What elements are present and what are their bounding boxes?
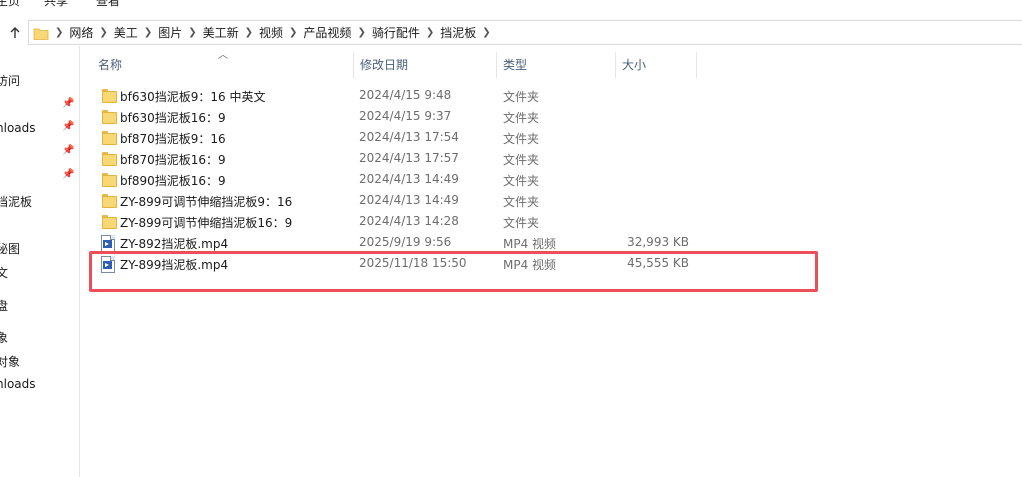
file-row[interactable]: bf870挡泥板9：16 2024/4/13 17:54 文件夹 [80, 128, 1022, 149]
file-date: 2025/9/19 9:56 [359, 235, 452, 249]
folder-icon [33, 26, 49, 40]
file-row[interactable]: bf890挡泥板16：9 2024/4/13 14:49 文件夹 [80, 170, 1022, 191]
file-row[interactable]: ZY-899可调节伸缩挡泥板16：9 2024/4/13 14:28 文件夹 [80, 212, 1022, 233]
file-type: MP4 视频 [503, 237, 557, 251]
file-date: 2024/4/13 14:49 [359, 193, 459, 207]
file-type: 文件夹 [503, 174, 540, 188]
file-row[interactable]: bf870挡泥板16：9 2024/4/13 17:57 文件夹 [80, 149, 1022, 170]
breadcrumb-mudguard[interactable]: 挡泥板 [440, 24, 476, 41]
breadcrumb-videos[interactable]: 视频 [259, 24, 283, 41]
chevron-right-icon[interactable]: ❯ [245, 27, 253, 38]
file-type: 文件夹 [503, 132, 540, 146]
file-size: 32,993 KB [627, 235, 689, 249]
file-date: 2024/4/13 14:49 [359, 172, 459, 186]
pin-icon[interactable]: 📌 [62, 169, 74, 180]
address-bar[interactable]: ❯ 网络 ❯ 美工 ❯ 图片 ❯ 美工新 ❯ 视频 ❯ 产品视频 ❯ 骑行配件 … [28, 20, 1022, 45]
pin-icon[interactable]: 📌 [62, 98, 74, 109]
up-arrow-icon[interactable] [6, 24, 24, 42]
file-row[interactable]: bf630挡泥板16：9 2024/4/15 9:37 文件夹 [80, 107, 1022, 128]
nav-item-secret[interactable]: 秘图 [0, 240, 20, 257]
column-header-date[interactable]: 修改日期 [354, 52, 497, 78]
folder-icon [102, 110, 117, 124]
breadcrumb-meigong-new[interactable]: 美工新 [203, 24, 239, 41]
nav-item-disk[interactable]: 盘 [0, 297, 8, 314]
highlight-annotation [89, 251, 818, 292]
file-name: ZY-899可调节伸缩挡泥板9：16 [120, 195, 293, 209]
folder-icon [102, 173, 117, 187]
file-name: ZY-899可调节伸缩挡泥板16：9 [120, 216, 293, 230]
file-type: 文件夹 [503, 90, 540, 104]
file-name: ZY-892挡泥板.mp4 [120, 237, 229, 251]
file-date: 2024/4/13 17:54 [359, 130, 459, 144]
column-header-type[interactable]: 类型 [497, 52, 616, 78]
chevron-right-icon[interactable]: ❯ [482, 27, 490, 38]
column-header-size[interactable]: 大小 [616, 52, 697, 78]
file-name: bf630挡泥板16：9 [120, 111, 226, 125]
chevron-right-icon[interactable]: ❯ [99, 27, 107, 38]
file-date: 2024/4/13 14:28 [359, 214, 459, 228]
file-type: 文件夹 [503, 195, 540, 209]
nav-item-documents[interactable]: 文 [0, 264, 8, 281]
chevron-right-icon[interactable]: ❯ [188, 27, 196, 38]
file-type: 文件夹 [503, 216, 540, 230]
chevron-right-icon[interactable]: ❯ [144, 27, 152, 38]
folder-icon [102, 194, 117, 208]
folder-icon [102, 215, 117, 229]
nav-item-x[interactable]: 象 [0, 329, 8, 346]
file-row[interactable]: ZY-899可调节伸缩挡泥板9：16 2024/4/13 14:49 文件夹 [80, 191, 1022, 212]
file-name: bf630挡泥板9：16 中英文 [120, 90, 266, 104]
ribbon-tabs: 主页 共享 查看 [0, 0, 1022, 10]
pin-icon[interactable]: 📌 [62, 121, 74, 132]
file-type: 文件夹 [503, 111, 540, 125]
file-date: 2024/4/15 9:48 [359, 88, 452, 102]
pin-icon[interactable]: 📌 [62, 145, 74, 156]
tab-home[interactable]: 主页 [0, 0, 20, 9]
file-date: 2024/4/15 9:37 [359, 109, 452, 123]
nav-item-quick-access[interactable]: 访问 [0, 72, 20, 89]
nav-item-downloads-2[interactable]: nloads [0, 377, 36, 391]
column-headers: ︿ 名称 修改日期 类型 大小 [80, 50, 1022, 78]
folder-icon [102, 131, 117, 145]
breadcrumb-cycling-accessories[interactable]: 骑行配件 [372, 24, 420, 41]
nav-item-downloads[interactable]: nloads [0, 121, 36, 135]
breadcrumb-images[interactable]: 图片 [158, 24, 182, 41]
breadcrumb-meigong[interactable]: 美工 [114, 24, 138, 41]
navigation-pane: 访问 📌 nloads 📌 📌 📌 挡泥板 秘图 文 盘 象 对象 nloads [0, 46, 80, 477]
tab-share[interactable]: 共享 [44, 0, 68, 9]
file-row[interactable]: bf630挡泥板9：16 中英文 2024/4/15 9:48 文件夹 [80, 86, 1022, 107]
nav-item-mudguard[interactable]: 挡泥板 [0, 193, 32, 210]
file-name: bf870挡泥板9：16 [120, 132, 226, 146]
file-name: bf870挡泥板16：9 [120, 153, 226, 167]
breadcrumb-network[interactable]: 网络 [69, 24, 93, 41]
address-row: ❯ 网络 ❯ 美工 ❯ 图片 ❯ 美工新 ❯ 视频 ❯ 产品视频 ❯ 骑行配件 … [0, 20, 1022, 46]
column-header-name[interactable]: 名称 [92, 52, 354, 78]
breadcrumb-product-videos[interactable]: 产品视频 [303, 24, 351, 41]
folder-icon [102, 152, 117, 166]
file-date: 2024/4/13 17:57 [359, 151, 459, 165]
video-file-icon [101, 235, 115, 252]
chevron-right-icon[interactable]: ❯ [426, 27, 434, 38]
chevron-right-icon[interactable]: ❯ [357, 27, 365, 38]
chevron-right-icon[interactable]: ❯ [55, 27, 63, 38]
file-name: bf890挡泥板16：9 [120, 174, 226, 188]
chevron-right-icon[interactable]: ❯ [289, 27, 297, 38]
nav-item-objects[interactable]: 对象 [0, 353, 20, 370]
file-type: 文件夹 [503, 153, 540, 167]
tab-view[interactable]: 查看 [96, 0, 120, 9]
folder-icon [102, 89, 117, 103]
